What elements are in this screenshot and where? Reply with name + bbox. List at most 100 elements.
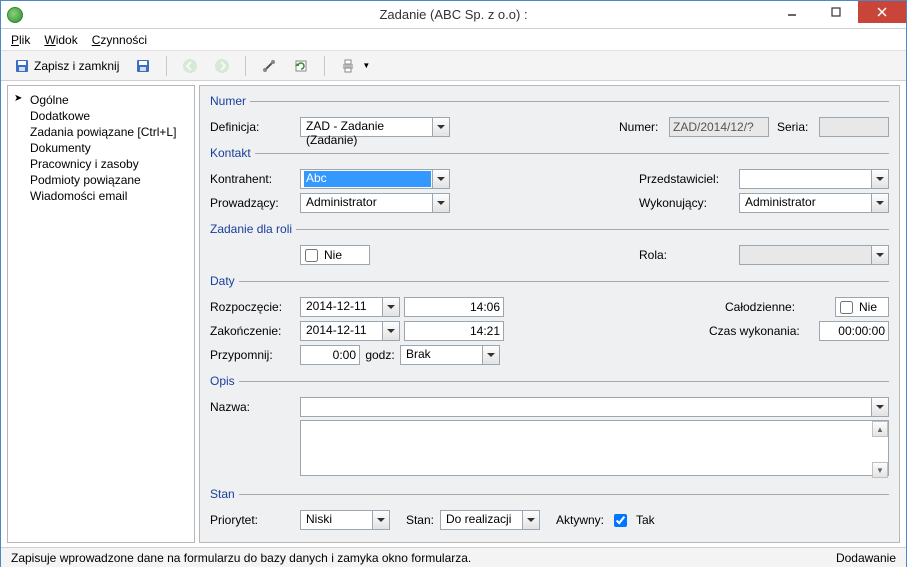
status-text: Zapisuje wprowadzone dane na formularzu … <box>11 551 471 565</box>
group-numer: Numer Definicja: ZAD - Zadanie (Zadanie)… <box>210 94 889 142</box>
chevron-down-icon[interactable] <box>871 398 888 416</box>
menu-czynnosci[interactable]: Czynności <box>92 33 147 47</box>
textarea-scrollbar[interactable]: ▲ ▼ <box>872 421 888 478</box>
group-numer-legend: Numer <box>210 94 250 108</box>
definicja-value: ZAD - Zadanie (Zadanie) <box>304 119 431 135</box>
scroll-down-icon[interactable]: ▼ <box>872 462 888 478</box>
prowadzacy-combo[interactable]: Administrator <box>300 193 450 213</box>
label-wykonujacy: Wykonujący: <box>639 196 739 210</box>
minimize-button[interactable] <box>770 1 814 23</box>
calodzienne-checkbox[interactable]: Nie <box>835 297 889 317</box>
group-daty: Daty Rozpoczęcie: 2014-12-11 Całodzienne… <box>210 274 889 370</box>
label-seria: Seria: <box>777 120 819 134</box>
group-opis-legend: Opis <box>210 374 239 388</box>
menu-plik[interactable]: Plik <box>11 33 30 47</box>
calodzienne-check-input[interactable] <box>840 301 853 314</box>
refresh-button[interactable] <box>288 55 314 77</box>
wykonujacy-combo[interactable]: Administrator <box>739 193 889 213</box>
stan-combo[interactable]: Do realizacji <box>440 510 540 530</box>
chevron-down-icon[interactable] <box>522 511 539 529</box>
label-stan: Stan: <box>390 513 440 527</box>
save-close-button[interactable]: Zapisz i zamknij <box>9 55 124 77</box>
opis-textarea[interactable] <box>300 420 889 476</box>
label-prowadzacy: Prowadzący: <box>210 196 300 210</box>
nav-item-ogolne[interactable]: Ogólne <box>12 92 190 108</box>
maximize-button[interactable] <box>814 1 858 23</box>
zakonczenie-time[interactable] <box>404 321 504 341</box>
nav-item-zadania-powiazane[interactable]: Zadania powiązane [Ctrl+L] <box>12 124 190 140</box>
label-przypomnij: Przypomnij: <box>210 348 300 362</box>
chevron-down-icon <box>871 246 888 264</box>
kontrahent-combo[interactable]: Abc <box>300 169 450 189</box>
label-godz: godz: <box>360 348 400 362</box>
nazwa-value <box>304 399 870 415</box>
status-bar: Zapisuje wprowadzone dane na formularzu … <box>1 547 906 567</box>
group-opis: Opis Nazwa: ▲ ▼ <box>210 374 889 483</box>
group-kontakt-legend: Kontakt <box>210 146 255 160</box>
priorytet-combo[interactable]: Niski <box>300 510 390 530</box>
kontrahent-value: Abc <box>304 171 431 187</box>
definicja-combo[interactable]: ZAD - Zadanie (Zadanie) <box>300 117 450 137</box>
chevron-down-icon[interactable] <box>372 511 389 529</box>
chevron-down-icon[interactable] <box>432 194 449 212</box>
close-button[interactable] <box>858 1 906 23</box>
chevron-down-icon[interactable] <box>432 118 449 136</box>
tools-icon <box>261 58 277 74</box>
przedstawiciel-combo[interactable] <box>739 169 889 189</box>
zakonczenie-date-value: 2014-12-11 <box>304 323 381 339</box>
rozpoczecie-date-value: 2014-12-11 <box>304 299 381 315</box>
tools-button[interactable] <box>256 55 282 77</box>
aktywny-check-input[interactable] <box>614 514 627 527</box>
navigation-panel: Ogólne Dodatkowe Zadania powiązane [Ctrl… <box>7 85 195 543</box>
chevron-down-icon[interactable] <box>871 194 888 212</box>
toolbar-separator <box>245 56 246 76</box>
scroll-up-icon[interactable]: ▲ <box>872 421 888 437</box>
nav-forward-button[interactable] <box>209 55 235 77</box>
chevron-down-icon[interactable] <box>382 322 399 340</box>
seria-field <box>819 117 889 137</box>
print-button[interactable]: ▼ <box>335 55 375 77</box>
chevron-down-icon[interactable] <box>871 170 888 188</box>
group-kontakt: Kontakt Kontrahent: Abc Przedstawiciel: … <box>210 146 889 218</box>
title-bar: Zadanie (ABC Sp. z o.o) : <box>1 1 906 29</box>
save-button[interactable] <box>130 55 156 77</box>
menu-widok[interactable]: Widok <box>44 33 77 47</box>
rozpoczecie-date[interactable]: 2014-12-11 <box>300 297 400 317</box>
chevron-down-icon[interactable] <box>432 170 449 188</box>
czas-wykonania-field[interactable] <box>819 321 889 341</box>
nav-item-podmioty[interactable]: Podmioty powiązane <box>12 172 190 188</box>
calodzienne-check-label: Nie <box>859 300 877 314</box>
rozpoczecie-time[interactable] <box>404 297 504 317</box>
label-numer: Numer: <box>619 120 669 134</box>
arrow-left-icon <box>182 58 198 74</box>
save-disk-icon <box>135 58 151 74</box>
chevron-down-icon[interactable] <box>482 346 499 364</box>
nav-item-pracownicy[interactable]: Pracownicy i zasoby <box>12 156 190 172</box>
zadanie-roli-checkbox[interactable]: Nie <box>300 245 370 265</box>
nav-back-button[interactable] <box>177 55 203 77</box>
label-rozpoczecie: Rozpoczęcie: <box>210 300 300 314</box>
nav-item-wiadomosci[interactable]: Wiadomości email <box>12 188 190 204</box>
refresh-icon <box>293 58 309 74</box>
nazwa-combo[interactable] <box>300 397 889 417</box>
rola-value <box>743 247 870 263</box>
nav-item-dokumenty[interactable]: Dokumenty <box>12 140 190 156</box>
form-panel: Numer Definicja: ZAD - Zadanie (Zadanie)… <box>199 85 900 543</box>
przypomnij-field[interactable] <box>300 345 360 365</box>
chevron-down-icon[interactable] <box>382 298 399 316</box>
zadanie-roli-check-input[interactable] <box>305 249 318 262</box>
zakonczenie-date[interactable]: 2014-12-11 <box>300 321 400 341</box>
rola-combo <box>739 245 889 265</box>
toolbar: Zapisz i zamknij ▼ <box>1 51 906 81</box>
label-kontrahent: Kontrahent: <box>210 172 300 186</box>
dropdown-arrow-icon: ▼ <box>362 61 370 70</box>
aktywny-checkbox[interactable]: Tak <box>610 511 655 530</box>
zadanie-roli-check-label: Nie <box>324 248 342 262</box>
printer-icon <box>340 58 356 74</box>
przypomnij-combo[interactable]: Brak <box>400 345 500 365</box>
group-daty-legend: Daty <box>210 274 239 288</box>
label-aktywny: Aktywny: <box>540 513 610 527</box>
wykonujacy-value: Administrator <box>743 195 870 211</box>
przedstawiciel-value <box>743 171 870 187</box>
nav-item-dodatkowe[interactable]: Dodatkowe <box>12 108 190 124</box>
